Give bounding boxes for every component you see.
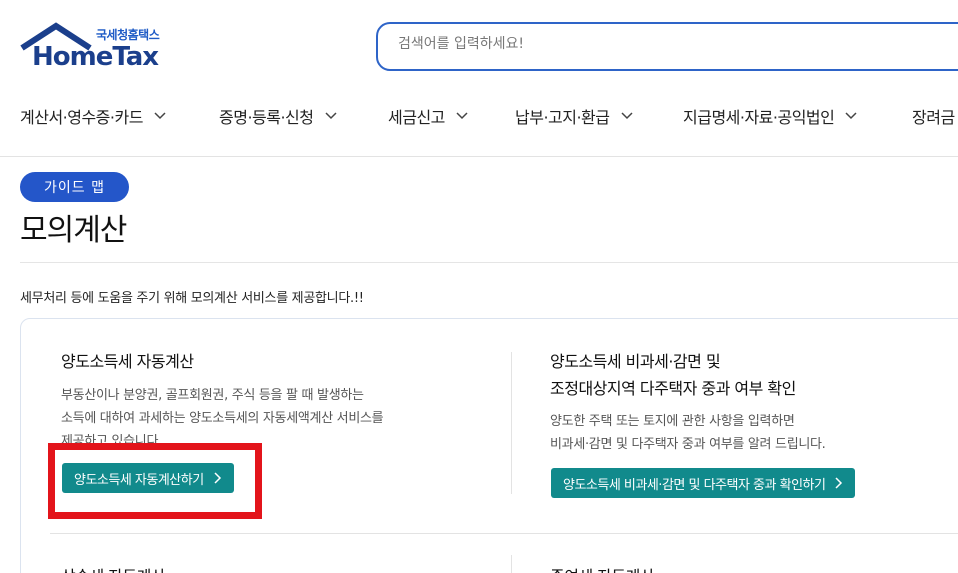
nav-item-incentives[interactable]: 장려금	[912, 104, 955, 128]
nav-item-label: 장려금	[912, 108, 955, 127]
hometax-logo[interactable]: 국세청홈택스 HomeTax	[20, 22, 175, 74]
nav-item-certificates[interactable]: 증명·등록·신청	[219, 104, 338, 128]
service-text-line: 부동산이나 분양권, 골프회원권, 주식 등을 팔 때 발생하는	[61, 388, 364, 403]
search-input[interactable]	[398, 36, 898, 52]
service-title-exemption-check: 양도소득세 비과세·감면 및	[550, 352, 721, 371]
nav-item-label: 납부·고지·환급	[515, 108, 610, 127]
header-divider	[0, 156, 958, 157]
nav-item-payment[interactable]: 납부·고지·환급	[515, 104, 634, 128]
chevron-down-icon	[845, 112, 857, 120]
row-divider	[50, 533, 958, 534]
service-title-inheritance-tax: 상속세 자동계산	[61, 563, 166, 573]
search-box[interactable]	[376, 22, 958, 71]
column-divider	[511, 555, 512, 573]
service-title-exemption-check-line2: 조정대상지역 다주택자 중과 여부 확인	[550, 379, 796, 398]
column-divider	[511, 352, 512, 494]
service-text-line: 비과세·감면 및 다주택자 중과 여부를 알려 드립니다.	[550, 437, 826, 452]
guide-map-badge[interactable]: 가이드 맵	[20, 172, 129, 202]
chevron-right-icon	[835, 477, 843, 489]
nav-item-label: 증명·등록·신청	[219, 108, 314, 127]
chevron-down-icon	[324, 112, 337, 120]
nav-item-invoices[interactable]: 계산서·영수증·카드	[20, 104, 167, 128]
service-title-gift-tax: 증여세 자동계산	[550, 563, 655, 573]
nav-item-tax-filing[interactable]: 세금신고	[388, 104, 469, 128]
button-label: 양도소득세 비과세·감면 및 다주택자 중과 확인하기	[563, 477, 826, 493]
page-description: 세무처리 등에 도움을 주기 위해 모의계산 서비스를 제공합니다.!!	[20, 291, 364, 306]
logo-subtitle: 국세청홈택스	[96, 28, 160, 42]
page-title: 모의계산	[20, 213, 127, 248]
nav-item-statements[interactable]: 지급명세·자료·공익법인	[683, 104, 858, 128]
chevron-down-icon	[620, 112, 633, 120]
chevron-down-icon	[154, 112, 166, 120]
nav-item-label: 세금신고	[388, 108, 445, 127]
service-title-transfer-tax: 양도소득세 자동계산	[61, 352, 194, 371]
title-divider	[20, 262, 958, 263]
global-nav: 계산서·영수증·카드 증명·등록·신청 세금신고 납부·고지·환급 지급명세·자…	[0, 100, 958, 132]
exemption-check-button[interactable]: 양도소득세 비과세·감면 및 다주택자 중과 확인하기	[551, 468, 856, 498]
highlight-box	[48, 443, 262, 519]
service-text-line: 양도한 주택 또는 토지에 관한 사항을 입력하면	[550, 414, 795, 429]
service-text-line: 소득에 대하여 과세하는 양도소득세의 자동세액계산 서비스를	[61, 411, 384, 426]
nav-item-label: 지급명세·자료·공익법인	[683, 108, 835, 127]
logo-wordmark: HomeTax	[32, 42, 159, 72]
chevron-down-icon	[456, 112, 468, 120]
nav-item-label: 계산서·영수증·카드	[20, 108, 143, 127]
